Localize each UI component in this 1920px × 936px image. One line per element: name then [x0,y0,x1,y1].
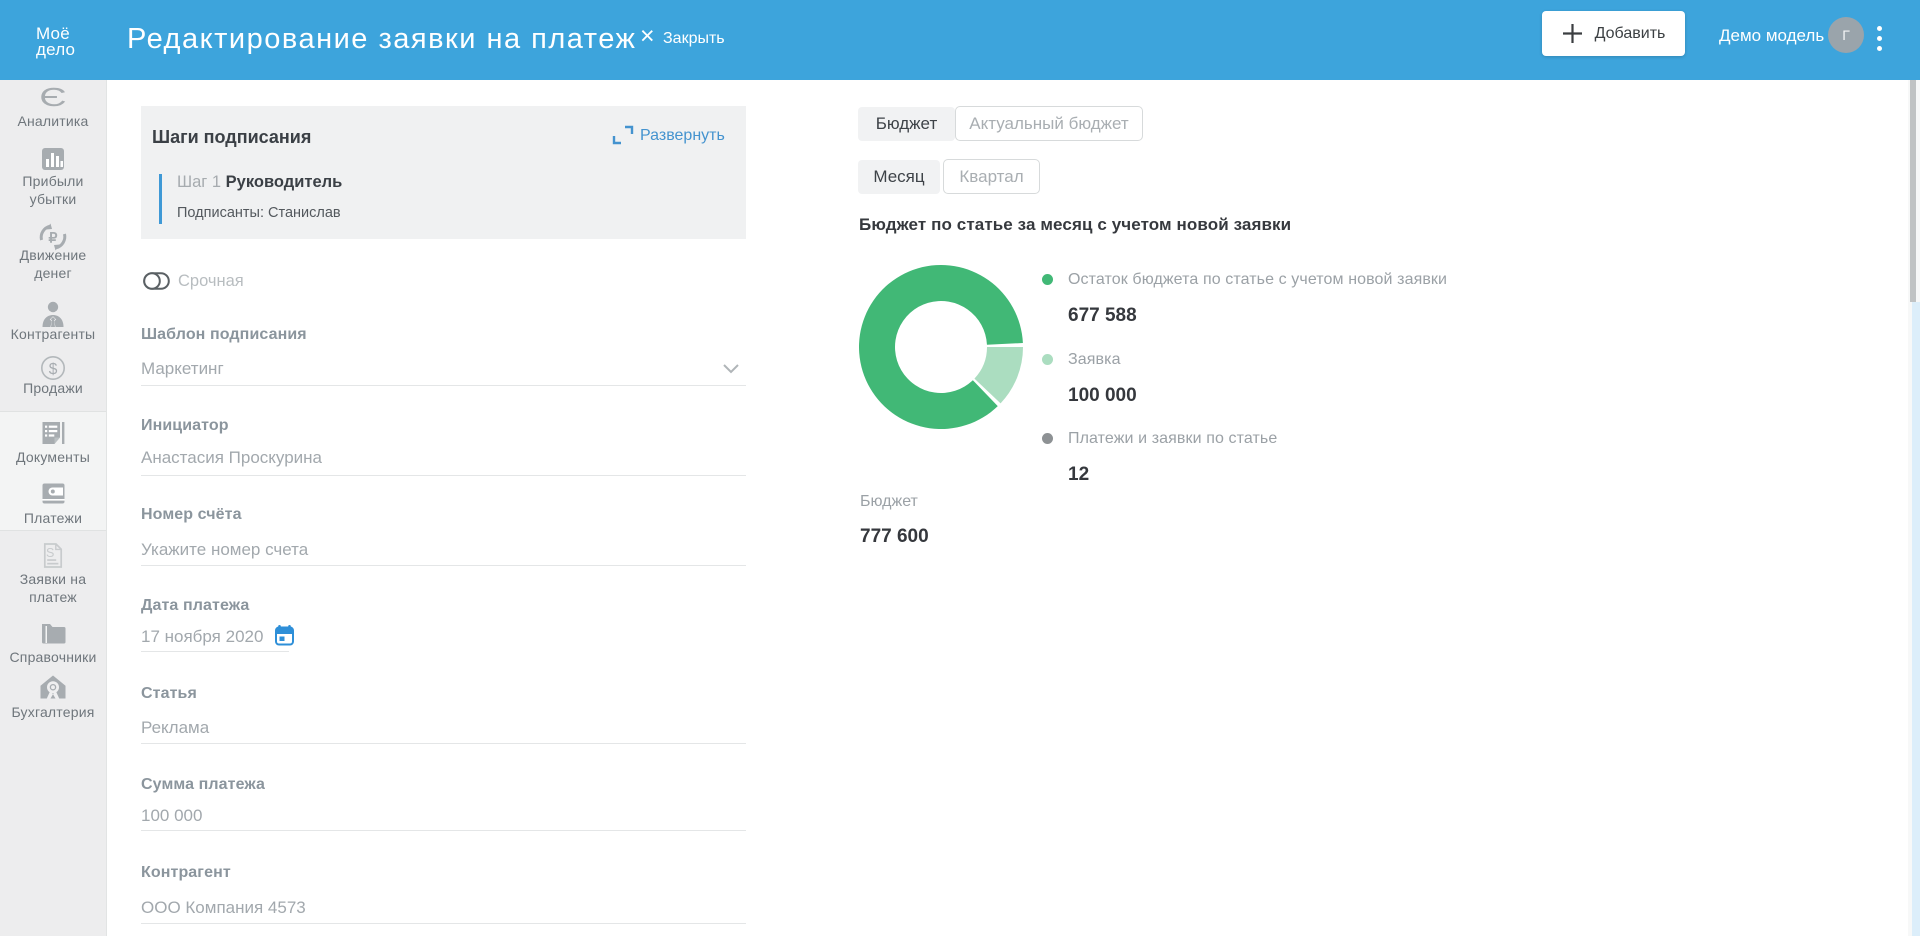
svg-text:Є: Є [39,84,66,110]
svg-text:₽: ₽ [49,230,58,246]
svg-text:$: $ [49,361,58,378]
svg-text:S: S [46,546,54,560]
